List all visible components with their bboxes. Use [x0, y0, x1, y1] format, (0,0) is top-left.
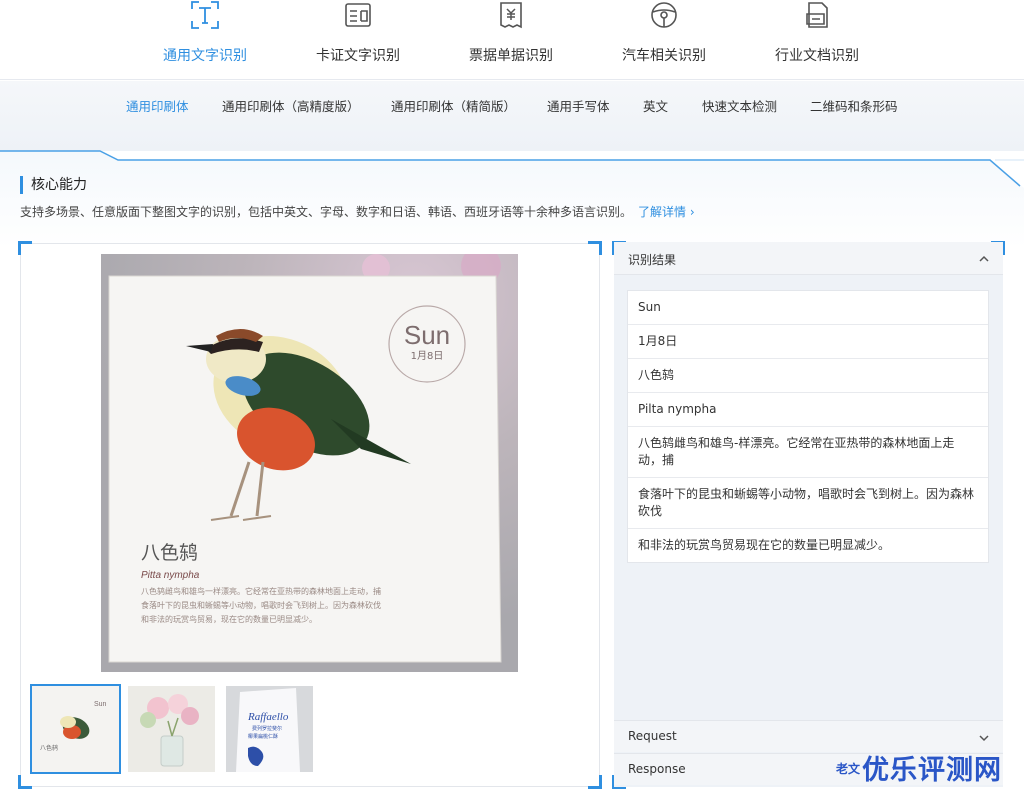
result-panel-header[interactable]: 识别结果	[614, 242, 1003, 275]
tab-label: 行业文档识别	[775, 48, 859, 64]
chevron-right-icon: ›	[689, 205, 695, 219]
subtab-general-print[interactable]: 通用印刷体	[126, 96, 189, 115]
result-row: 八色鸫雌鸟和雄鸟-样漂亮。它经常在亚热带的森林地面上走动，捕	[628, 427, 988, 478]
result-row: 八色鸫	[628, 359, 988, 393]
site-watermark: 优乐评测网	[862, 755, 1002, 786]
tab-label: 通用文字识别	[163, 48, 247, 64]
text-recognition-icon	[191, 1, 219, 29]
id-card-icon	[345, 3, 371, 27]
tab-label: 卡证文字识别	[316, 48, 400, 64]
section-title: 核心能力	[20, 176, 87, 194]
chevron-down-icon	[979, 735, 989, 742]
document-icon	[806, 2, 828, 28]
bird-calendar-photo: Sun 1月8日 八色鸫 Pitta nympha 八色鸫雌鸟和雄鸟一样漂亮。它…	[31, 254, 588, 672]
card-title: 八色鸫	[141, 542, 198, 564]
card-day: Sun	[404, 320, 450, 350]
tab-vehicle[interactable]: 汽车相关识别	[589, 0, 739, 80]
card-date: 1月8日	[411, 350, 444, 362]
thumbnail-image: Raffaello 费列罗拉斐尔 椰果扁桃仁酥	[226, 686, 313, 772]
tab-label: 票据单据识别	[469, 48, 553, 64]
main-preview-image: Sun 1月8日 八色鸫 Pitta nympha 八色鸫雌鸟和雄鸟一样漂亮。它…	[31, 254, 588, 672]
thumbnail-brand: Raffaello	[247, 711, 289, 723]
old-version-link[interactable]: 老文	[836, 760, 860, 777]
subtab-english[interactable]: 英文	[643, 96, 668, 115]
chevron-up-icon	[979, 255, 989, 262]
result-list: Sun 1月8日 八色鸫 Pilta nympha 八色鸫雌鸟和雄鸟-样漂亮。它…	[627, 290, 989, 563]
thumbnail-day: Sun	[94, 701, 107, 708]
subtab-general-print-high-precision[interactable]: 通用印刷体（高精度版）	[222, 96, 360, 115]
response-label: Response	[628, 762, 686, 776]
frame-corner	[588, 775, 602, 789]
thumbnail-bird-calendar[interactable]: Sun 八色鸫	[30, 684, 121, 774]
learn-more-label: 了解详情	[638, 205, 687, 219]
subtab-bar: 通用印刷体 通用印刷体（高精度版） 通用印刷体（精简版） 通用手写体 英文 快速…	[0, 81, 1024, 151]
section-divider-decoration	[0, 150, 1024, 248]
frame-corner	[588, 241, 602, 255]
card-body-line: 八色鸫雌鸟和雄鸟一样漂亮。它经常在亚热带的森林地面上走动，捕	[141, 586, 381, 596]
result-row: 1月8日	[628, 325, 988, 359]
thumbnail-caption: 椰果扁桃仁酥	[248, 733, 278, 740]
result-row: Sun	[628, 291, 988, 325]
thumbnail-title: 八色鸫	[40, 744, 58, 752]
result-row: Pilta nympha	[628, 393, 988, 427]
thumbnail-caption: 费列罗拉斐尔	[252, 725, 282, 732]
tab-card-text[interactable]: 卡证文字识别	[283, 0, 433, 80]
thumbnail-image	[128, 686, 215, 772]
subtab-fast-detection[interactable]: 快速文本检测	[702, 96, 777, 115]
tab-industry-doc[interactable]: 行业文档识别	[742, 0, 892, 80]
subtab-handwriting[interactable]: 通用手写体	[547, 96, 610, 115]
thumbnail-image: Sun 八色鸫	[32, 686, 119, 772]
frame-corner	[18, 241, 32, 255]
subtab-qrcode-barcode[interactable]: 二维码和条形码	[810, 96, 898, 115]
description-text: 支持多场景、任意版面下整图文字的识别，包括中英文、字母、数字和日语、韩语、西班牙…	[20, 205, 633, 219]
card-latin-name: Pitta nympha	[141, 570, 200, 581]
card-body-line: 食落叶下的昆虫和蜥蜴等小动物，唱歌时会飞到树上。因为森林砍伐	[141, 600, 381, 610]
category-tab-bar: 通用文字识别 卡证文字识别 票据单据识别 汽车相关识别 行业文档识别	[0, 0, 1024, 80]
card-body-line: 和非法的玩赏鸟贸易，现在它的数量已明显减少。	[141, 614, 317, 624]
thumbnail-flowers[interactable]	[128, 686, 215, 772]
result-row: 和非法的玩赏鸟贸易现在它的数量已明显减少。	[638, 538, 891, 552]
frame-corner	[18, 775, 32, 789]
result-header-label: 识别结果	[628, 253, 677, 267]
tab-receipt[interactable]: 票据单据识别	[436, 0, 586, 80]
section-description: 支持多场景、任意版面下整图文字的识别，包括中英文、字母、数字和日语、韩语、西班牙…	[20, 203, 695, 220]
subtab-general-print-lite[interactable]: 通用印刷体（精简版）	[391, 96, 516, 115]
receipt-icon	[500, 2, 522, 29]
steering-wheel-icon	[651, 2, 677, 28]
tab-label: 汽车相关识别	[622, 48, 706, 64]
request-label: Request	[628, 729, 677, 743]
thumbnail-raffaello[interactable]: Raffaello 费列罗拉斐尔 椰果扁桃仁酥	[226, 686, 313, 772]
result-row: 食落叶下的昆虫和蜥蜴等小动物，唱歌时会飞到树上。因为森林砍伐	[628, 478, 988, 529]
learn-more-link[interactable]: 了解详情 ›	[638, 205, 695, 219]
tab-general-text[interactable]: 通用文字识别	[130, 0, 280, 80]
